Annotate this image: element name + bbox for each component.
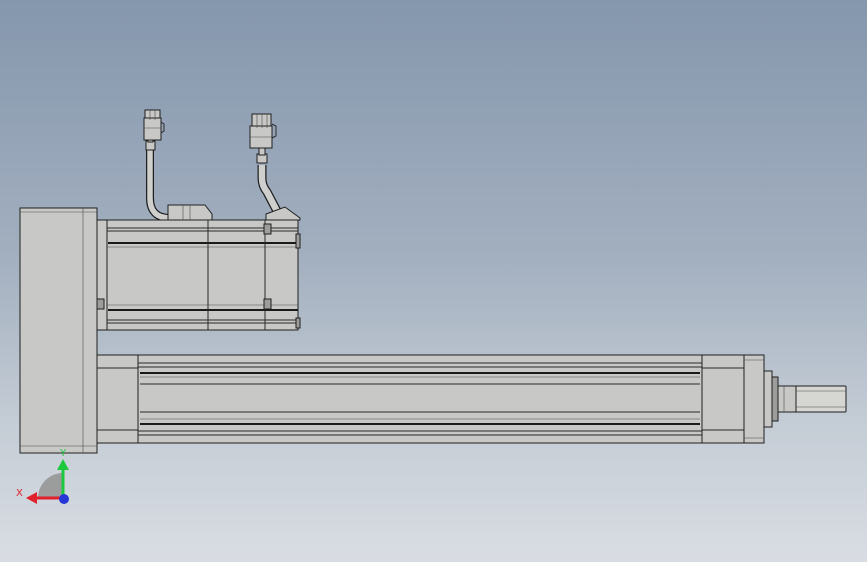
motor-adapter-plate[interactable] — [19, 207, 98, 454]
y-axis-label: Y — [59, 448, 67, 459]
front-flange — [743, 354, 765, 444]
cable-strain-relief — [258, 147, 266, 156]
triad-plane — [38, 473, 63, 498]
motor-housing — [106, 219, 299, 331]
power-connector[interactable] — [249, 113, 277, 149]
x-axis-label: X — [16, 488, 23, 499]
rod-shaft — [795, 385, 847, 413]
piston-rod[interactable] — [763, 370, 847, 428]
rod-end-nut — [777, 385, 797, 413]
servo-motor[interactable] — [96, 204, 301, 331]
coordinate-triad: X Y — [16, 448, 69, 504]
motor-flange-step — [96, 219, 109, 331]
actuator-profile — [137, 354, 703, 444]
power-cable[interactable] — [256, 147, 282, 216]
model-drawing[interactable]: X Y — [0, 0, 867, 562]
x-axis-arrow — [26, 492, 37, 504]
z-axis-dot — [59, 494, 69, 504]
encoder-cable[interactable] — [145, 135, 171, 222]
y-axis-arrow — [57, 459, 69, 470]
encoder-connector[interactable] — [143, 109, 165, 141]
actuator-body[interactable] — [96, 354, 765, 444]
cad-viewport[interactable]: X Y — [0, 0, 867, 562]
